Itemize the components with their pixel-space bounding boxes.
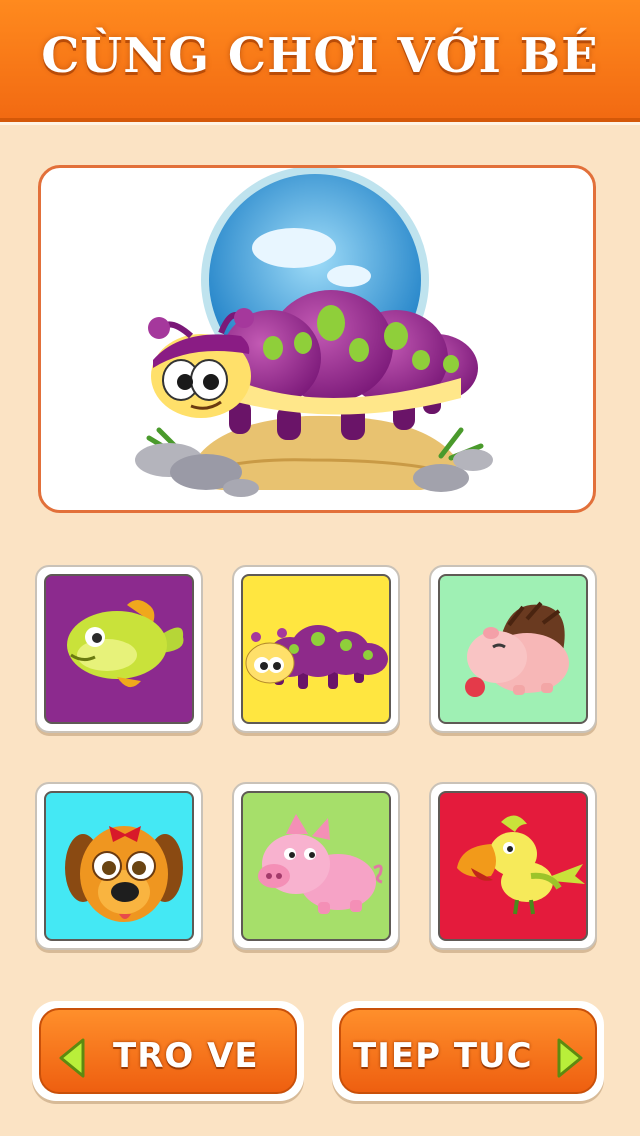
next-button-face: TIEP TUC [339, 1008, 597, 1094]
animal-tile-dog[interactable] [35, 782, 203, 950]
caterpillar-icon [245, 625, 388, 689]
header-bar: CÙNG CHƠI VỚI BÉ [0, 0, 640, 118]
back-button-face: TRO VE [39, 1008, 297, 1094]
caterpillar-preview-image [135, 166, 493, 497]
animal-tile-pig[interactable] [232, 782, 400, 950]
chevron-right-icon [557, 1038, 583, 1078]
back-button[interactable]: TRO VE [32, 1001, 304, 1101]
animal-tile-hedgehog[interactable] [429, 565, 597, 733]
animal-tile-parrot[interactable] [429, 782, 597, 950]
header-divider [0, 122, 640, 125]
animal-tile-fish[interactable] [35, 565, 203, 733]
animal-tile-caterpillar[interactable] [232, 565, 400, 733]
next-button-label: TIEP TUC [353, 1036, 533, 1076]
next-button[interactable]: TIEP TUC [332, 1001, 604, 1101]
pig-icon [258, 814, 383, 914]
page-title: CÙNG CHƠI VỚI BÉ [41, 28, 599, 84]
dog-icon [65, 826, 183, 922]
fish-icon [67, 600, 184, 688]
back-button-label: TRO VE [113, 1036, 259, 1076]
hedgehog-icon [465, 601, 569, 697]
chevron-left-icon [59, 1038, 85, 1078]
preview-card [38, 165, 596, 513]
parrot-icon [457, 815, 585, 915]
